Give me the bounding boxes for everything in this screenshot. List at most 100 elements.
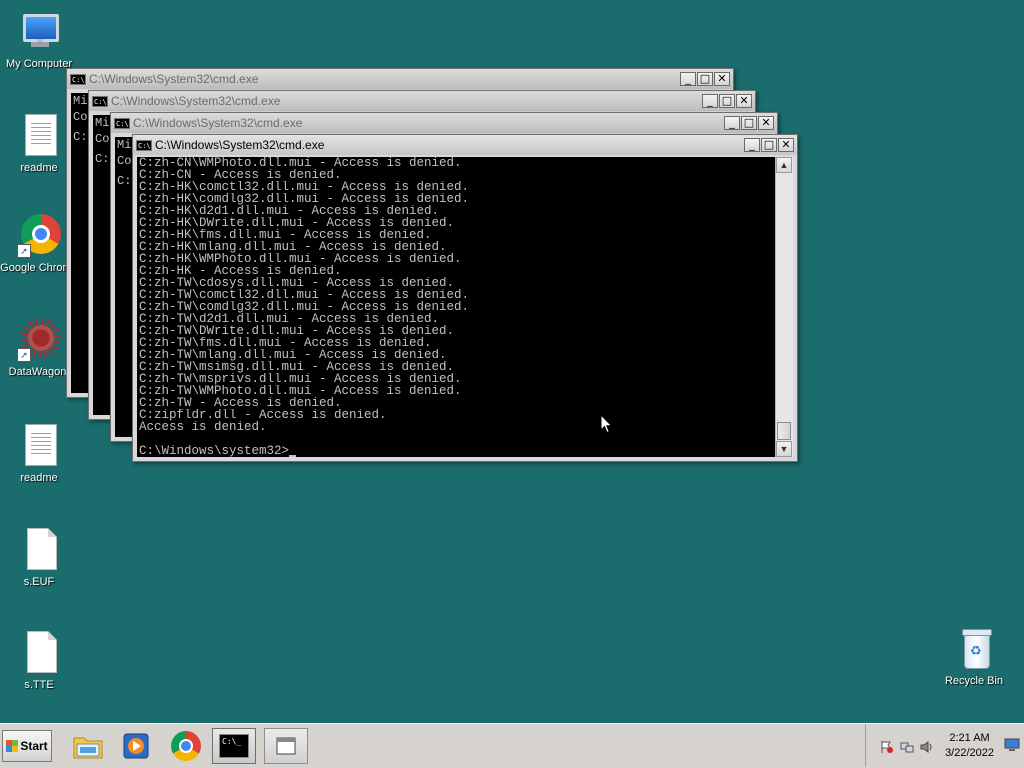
text-document-icon — [17, 424, 61, 468]
scroll-thumb[interactable] — [777, 422, 791, 440]
title-bar[interactable]: C:\ C:\Windows\System32\cmd.exe _ □ ✕ — [111, 113, 777, 133]
close-button[interactable]: ✕ — [778, 138, 794, 152]
taskbar-window-button[interactable] — [264, 728, 308, 764]
chrome-icon: ➚ — [17, 214, 61, 258]
windows-logo-icon — [6, 740, 19, 752]
close-button[interactable]: ✕ — [736, 94, 752, 108]
maximize-button[interactable]: □ — [719, 94, 735, 108]
console-line: C:zh-TW\WMPhoto.dll.mui - Access is deni… — [139, 385, 462, 397]
console-prompt-line[interactable]: C:\Windows\system32> — [139, 445, 773, 457]
text-document-icon — [17, 114, 61, 158]
minimize-button[interactable]: _ — [680, 72, 696, 86]
cmd-icon: C:\ — [114, 117, 130, 129]
title-bar[interactable]: C:\ C:\Windows\System32\cmd.exe _ □ ✕ — [89, 91, 755, 111]
clock-date: 3/22/2022 — [945, 747, 994, 759]
console-line: C:zh-TW\cdosys.dll.mui - Access is denie… — [139, 277, 455, 289]
console-line: C:zh-TW\DWrite.dll.mui - Access is denie… — [139, 325, 455, 337]
window-title: C:\Windows\System32\cmd.exe — [111, 94, 281, 108]
arrow-cursor-icon — [600, 413, 613, 434]
console-line: C:zh-TW\mlang.dll.mui - Access is denied… — [139, 349, 447, 361]
datawagon-icon: ➚ — [17, 318, 61, 362]
console-body[interactable]: C:zh-CN\WMPhoto.dll.mui - Access is deni… — [137, 157, 793, 457]
desktop-icon-readme-2[interactable]: readme — [0, 424, 78, 484]
title-bar[interactable]: C:\ C:\Windows\System32\cmd.exe _ □ ✕ — [133, 135, 797, 155]
desktop-icon-my-computer[interactable]: My Computer — [0, 10, 78, 70]
minimize-button[interactable]: _ — [724, 116, 740, 130]
console-line: C:zipfldr.dll - Access is denied. — [139, 409, 387, 421]
scroll-down-button[interactable]: ▼ — [776, 441, 792, 457]
file-icon — [17, 528, 61, 572]
console-line: C:zh-TW\msimsg.dll.mui - Access is denie… — [139, 361, 455, 373]
console-line: C:zh-TW - Access is denied. — [139, 397, 342, 409]
console-line: C:zh-CN - Access is denied. — [139, 169, 342, 181]
desktop-icon-s-tte[interactable]: s.TTE — [0, 631, 78, 691]
console-line: C:zh-HK - Access is denied. — [139, 265, 342, 277]
console-line: C:zh-HK\fms.dll.mui - Access is denied. — [139, 229, 432, 241]
recycle-bin-icon: ♻ — [952, 627, 996, 671]
maximize-button[interactable]: □ — [741, 116, 757, 130]
console-line: C:zh-HK\DWrite.dll.mui - Access is denie… — [139, 217, 455, 229]
cmd-icon: C:\ — [136, 139, 152, 151]
console-output[interactable]: C:zh-CN\WMPhoto.dll.mui - Access is deni… — [137, 157, 775, 457]
window-title: C:\Windows\System32\cmd.exe — [155, 138, 325, 152]
scroll-up-button[interactable]: ▲ — [776, 157, 792, 173]
start-button[interactable]: Start — [2, 730, 52, 762]
console-line: C:zh-TW\fms.dll.mui - Access is denied. — [139, 337, 432, 349]
shortcut-arrow-icon: ➚ — [17, 348, 31, 362]
monitor-icon — [1004, 738, 1020, 751]
console-line: C:zh-TW\d2d1.dll.mui - Access is denied. — [139, 313, 440, 325]
console-prompt: C:\Windows\system32> — [139, 445, 290, 457]
network-icon[interactable] — [900, 740, 914, 753]
vertical-scrollbar[interactable]: ▲ ▼ — [775, 157, 793, 457]
console-line: C:zh-HK\WMPhoto.dll.mui - Access is deni… — [139, 253, 462, 265]
start-label: Start — [20, 739, 48, 753]
cmd-icon: C:\ — [70, 73, 86, 85]
console-line: Access is denied. — [139, 421, 267, 433]
console-line: C:zh-TW\comctl32.dll.mui - Access is den… — [139, 289, 470, 301]
cmd-window-active[interactable]: C:\ C:\Windows\System32\cmd.exe _ □ ✕ C:… — [132, 134, 798, 462]
title-bar[interactable]: C:\ C:\Windows\System32\cmd.exe _ □ ✕ — [67, 69, 733, 89]
desktop-icon-label: s.TTE — [24, 679, 54, 691]
console-line: C:zh-HK\mlang.dll.mui - Access is denied… — [139, 241, 447, 253]
desktop-icon-label: Recycle Bin — [944, 675, 1004, 687]
shortcut-arrow-icon: ➚ — [17, 244, 31, 258]
folder-icon — [73, 737, 103, 759]
console-line: C:zh-TW\comdlg32.dll.mui - Access is den… — [139, 301, 470, 313]
window-title: C:\Windows\System32\cmd.exe — [89, 72, 259, 86]
chrome-icon — [171, 731, 201, 761]
minimize-button[interactable]: _ — [744, 138, 760, 152]
text-cursor — [289, 455, 297, 457]
file-icon — [17, 631, 61, 675]
computer-icon — [17, 10, 61, 54]
clock-time: 2:21 AM — [949, 732, 990, 744]
close-button[interactable]: ✕ — [714, 72, 730, 86]
action-center-flag-icon[interactable] — [880, 740, 894, 753]
desktop-icon-recycle-bin[interactable]: ♻ Recycle Bin — [935, 627, 1013, 687]
maximize-button[interactable]: □ — [697, 72, 713, 86]
close-button[interactable]: ✕ — [758, 116, 774, 130]
window-title: C:\Windows\System32\cmd.exe — [133, 116, 303, 130]
taskbar-cmd-button[interactable]: C:\_ — [212, 728, 256, 764]
desktop-icon-s-euf[interactable]: s.EUF — [0, 528, 78, 588]
clock[interactable]: 2:21 AM 3/22/2022 — [945, 731, 994, 761]
volume-icon[interactable] — [920, 740, 934, 753]
taskbar-explorer-button[interactable] — [66, 728, 110, 764]
system-tray: 2:21 AM 3/22/2022 — [865, 724, 1024, 767]
taskbar: Start C:\_ 2:21 AM 3/22/2022 — [0, 723, 1024, 768]
show-desktop-button[interactable] — [1004, 738, 1020, 752]
console-line: C:zh-HK\comctl32.dll.mui - Access is den… — [139, 181, 470, 193]
media-player-icon — [123, 733, 149, 759]
window-icon — [276, 737, 296, 755]
maximize-button[interactable]: □ — [761, 138, 777, 152]
minimize-button[interactable]: _ — [702, 94, 718, 108]
desktop-icon-label: readme — [20, 472, 58, 484]
console-line: C:zh-HK\d2d1.dll.mui - Access is denied. — [139, 205, 440, 217]
console-line: C:zh-HK\comdlg32.dll.mui - Access is den… — [139, 193, 470, 205]
console-line: C:zh-TW\msprivs.dll.mui - Access is deni… — [139, 373, 462, 385]
command-prompt-icon: C:\_ — [219, 734, 249, 758]
taskbar-chrome-button[interactable] — [164, 728, 208, 764]
desktop-icon-label: s.EUF — [23, 576, 55, 588]
console-line: C:zh-CN\WMPhoto.dll.mui - Access is deni… — [139, 157, 462, 169]
taskbar-media-player-button[interactable] — [114, 728, 158, 764]
